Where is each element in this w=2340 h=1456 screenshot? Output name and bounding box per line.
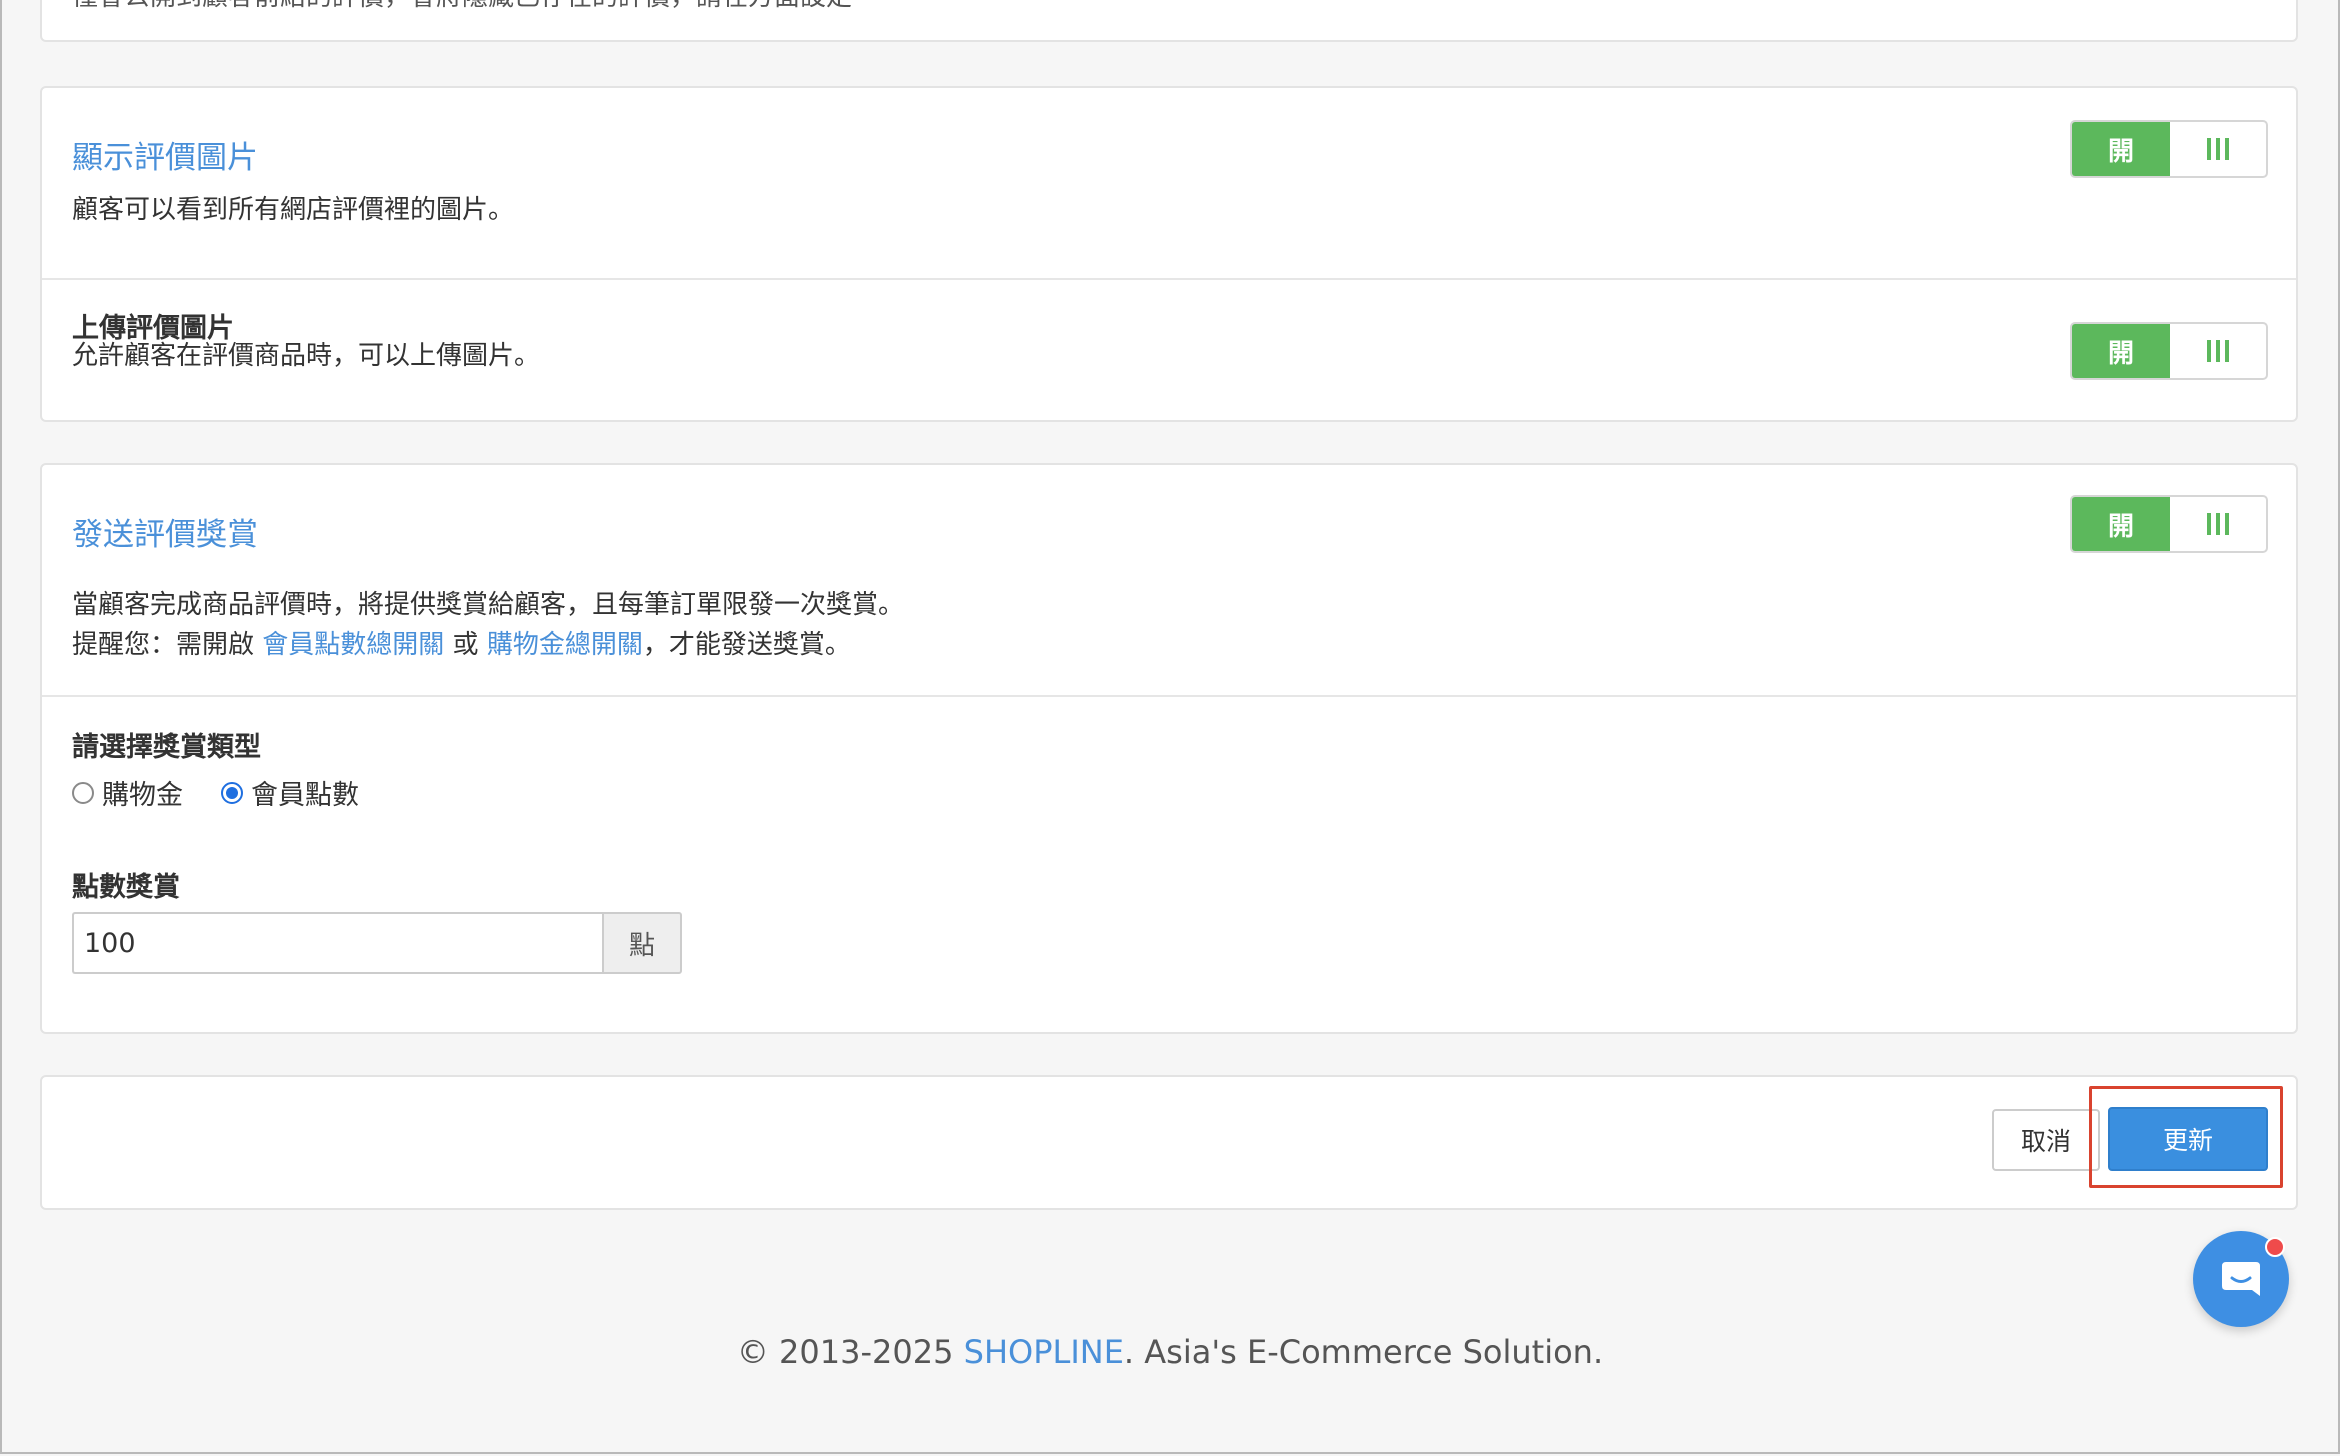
reward-option-member-points[interactable]: 會員點數	[221, 773, 359, 812]
toggle-grip-icon	[2170, 497, 2266, 551]
footer-brand-link[interactable]: SHOPLINE	[964, 1333, 1124, 1371]
update-button[interactable]: 更新	[2108, 1107, 2268, 1171]
cancel-button[interactable]: 取消	[1992, 1109, 2100, 1171]
review-reward-panel: 發送評價獎賞 開 當顧客完成商品評價時，將提供獎賞給顧客，且每筆訂單限發一次獎賞…	[40, 463, 2298, 1034]
toggle-grip-icon	[2170, 324, 2266, 378]
toggle-grip-icon	[2170, 122, 2266, 176]
reward-type-options: 購物金 會員點數	[72, 773, 397, 812]
reward-option-label: 會員點數	[251, 780, 359, 811]
reminder-or: 或	[444, 630, 487, 660]
display-review-images-title: 顯示評價圖片	[72, 140, 258, 176]
section-divider	[42, 695, 2296, 697]
review-reward-toggle[interactable]: 開	[2070, 495, 2268, 553]
points-reward-input-group: 100 點	[72, 912, 682, 974]
member-points-switch-link[interactable]: 會員點數總開關	[262, 630, 444, 660]
upload-review-images-toggle[interactable]: 開	[2070, 322, 2268, 380]
reminder-suffix: ，才能發送獎賞。	[642, 630, 851, 660]
notification-dot-icon	[2265, 1237, 2285, 1257]
actions-panel: 取消 更新	[40, 1075, 2298, 1210]
reward-option-store-credit[interactable]: 購物金	[72, 773, 183, 812]
store-credit-switch-link[interactable]: 購物金總開關	[487, 630, 643, 660]
review-reward-description: 當顧客完成商品評價時，將提供獎賞給顧客，且每筆訂單限發一次獎賞。	[72, 590, 905, 620]
chat-launcher-button[interactable]	[2193, 1231, 2289, 1327]
reward-type-label: 請選擇獎賞類型	[72, 732, 261, 763]
radio-checked-icon[interactable]	[221, 781, 243, 804]
toggle-on-label: 開	[2072, 324, 2170, 378]
toggle-on-label: 開	[2072, 497, 2170, 551]
previous-panel-text: 僅會公開到顧客前給的評價，會將隱藏已存在的評價，請在方面設定	[72, 0, 852, 13]
reward-option-label: 購物金	[102, 780, 183, 811]
reminder-prefix: 提醒您：需開啟	[72, 630, 263, 660]
section-divider	[42, 278, 2296, 280]
toggle-on-label: 開	[2072, 122, 2170, 176]
previous-settings-panel: 僅會公開到顧客前給的評價，會將隱藏已存在的評價，請在方面設定	[40, 0, 2298, 42]
radio-unchecked-icon[interactable]	[72, 781, 94, 804]
display-review-images-toggle[interactable]: 開	[2070, 120, 2268, 178]
upload-review-images-description: 允許顧客在評價商品時，可以上傳圖片。	[72, 341, 541, 371]
footer-copyright: © 2013-2025	[736, 1333, 964, 1371]
footer-tagline: . Asia's E-Commerce Solution.	[1123, 1333, 1604, 1371]
display-review-images-description: 顧客可以看到所有網店評價裡的圖片。	[72, 195, 515, 225]
points-unit-addon: 點	[602, 912, 682, 974]
review-images-panel: 顯示評價圖片 開 顧客可以看到所有網店評價裡的圖片。 上傳評價圖片 允許顧客在評…	[40, 86, 2298, 422]
points-reward-input[interactable]: 100	[72, 912, 602, 974]
chat-bubble-icon	[2222, 1262, 2260, 1296]
footer: © 2013-2025 SHOPLINE. Asia's E-Commerce …	[0, 1333, 2340, 1371]
review-reward-title: 發送評價獎賞	[72, 517, 258, 553]
review-reward-reminder: 提醒您：需開啟 會員點數總開關 或 購物金總開關，才能發送獎賞。	[72, 625, 851, 665]
points-reward-label: 點數獎賞	[72, 872, 180, 903]
